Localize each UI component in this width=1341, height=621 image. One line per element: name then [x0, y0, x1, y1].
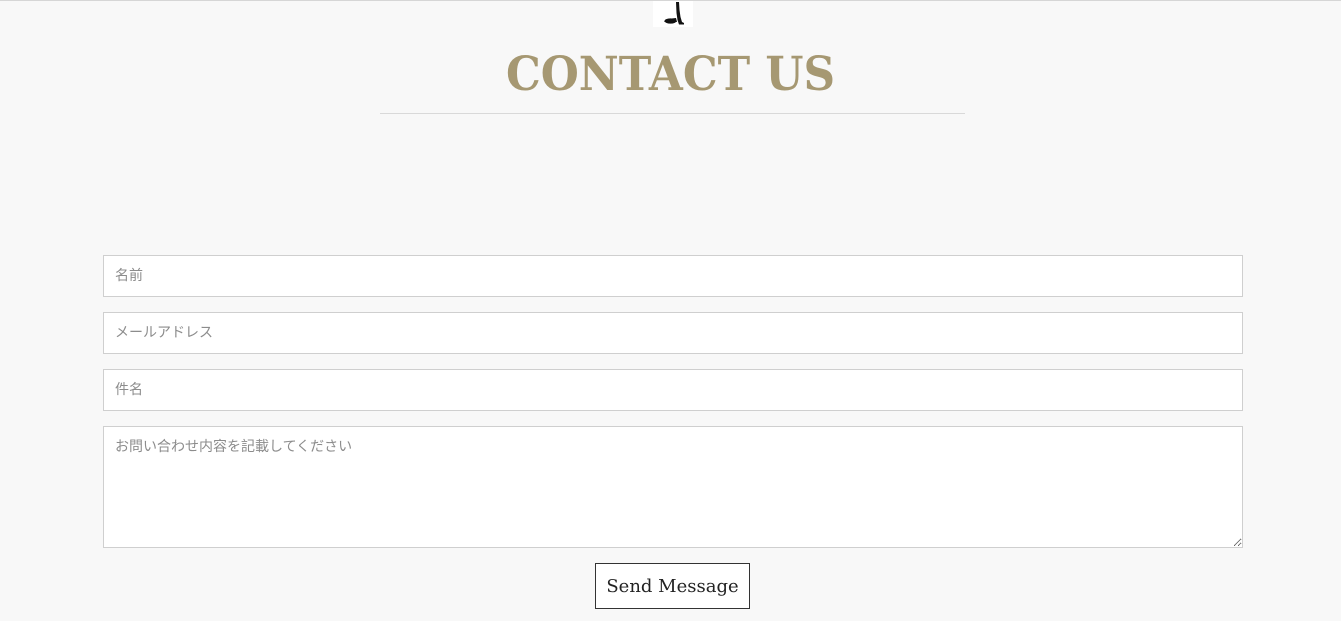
- page-title: CONTACT US: [505, 47, 836, 102]
- seated-figure-logo-icon: [653, 1, 693, 27]
- send-message-button[interactable]: Send Message: [595, 563, 750, 609]
- logo[interactable]: [653, 1, 693, 27]
- email-input[interactable]: [103, 312, 1243, 354]
- title-divider: [380, 113, 965, 114]
- message-textarea[interactable]: [103, 426, 1243, 548]
- name-input[interactable]: [103, 255, 1243, 297]
- subject-input[interactable]: [103, 369, 1243, 411]
